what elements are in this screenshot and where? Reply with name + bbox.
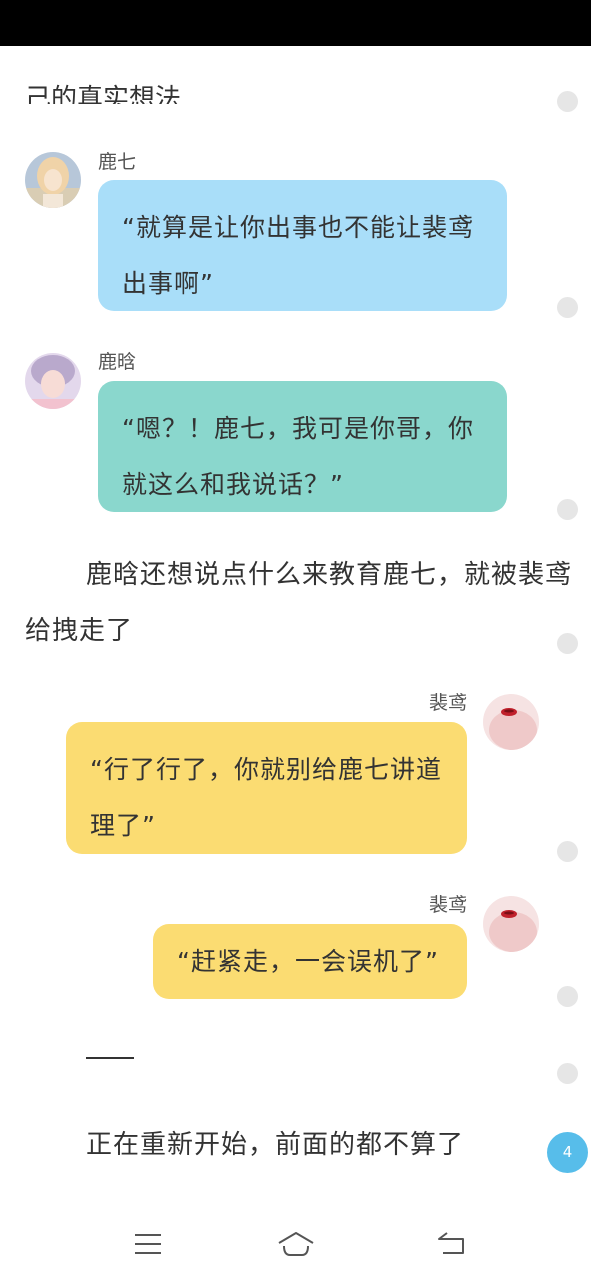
bubble-text-line: 出事啊”	[122, 269, 214, 298]
narration-line: 给拽走了	[25, 616, 134, 646]
home-button[interactable]	[272, 1226, 320, 1262]
sender-name: 裴鸢	[429, 692, 468, 714]
paragraph-comment-dot[interactable]	[557, 297, 578, 318]
narration-line: 鹿晗还想说点什么来教育鹿七，就被裴鸢	[86, 560, 573, 590]
chat-bubble: “就算是让你出事也不能让裴鸢 出事啊”	[98, 180, 507, 311]
bubble-text-line: “嗯？！鹿七，我可是你哥，你	[122, 414, 474, 443]
home-icon	[278, 1232, 314, 1256]
sender-name: 鹿晗	[98, 351, 137, 373]
back-icon	[438, 1232, 464, 1254]
back-button[interactable]	[427, 1226, 475, 1262]
comment-count-badge[interactable]: 4	[547, 1132, 588, 1173]
bubble-text-line: 理了”	[90, 811, 156, 840]
paragraph-comment-dot[interactable]	[557, 633, 578, 654]
avatar-peiyuan[interactable]	[483, 896, 539, 952]
paragraph-comment-dot[interactable]	[557, 841, 578, 862]
bubble-text-line: 就这么和我说话？”	[122, 470, 344, 499]
chat-bubble: “嗯？！鹿七，我可是你哥，你 就这么和我说话？”	[98, 381, 507, 512]
paragraph-comment-dot[interactable]	[557, 499, 578, 520]
status-bar	[0, 0, 591, 46]
menu-button[interactable]	[124, 1226, 172, 1262]
menu-icon	[135, 1234, 161, 1254]
section-divider	[86, 1057, 134, 1059]
chat-bubble: “行了行了，你就别给鹿七讲道 理了”	[66, 722, 467, 854]
restart-text: 正在重新开始，前面的都不算了	[86, 1130, 465, 1160]
avatar-luhan[interactable]	[25, 353, 81, 409]
bubble-text-line: “就算是让你出事也不能让裴鸢	[122, 213, 474, 242]
paragraph-comment-dot[interactable]	[557, 986, 578, 1007]
avatar-peiyuan[interactable]	[483, 694, 539, 750]
bubble-text-line: “行了行了，你就别给鹿七讲道	[90, 755, 442, 784]
avatar-luqi[interactable]	[25, 152, 81, 208]
chat-bubble: “赶紧走，一会误机了”	[153, 924, 467, 999]
clipped-text: 己的真实想法	[25, 84, 182, 104]
bubble-text-line: “赶紧走，一会误机了”	[177, 947, 439, 976]
paragraph-comment-dot[interactable]	[557, 91, 578, 112]
sender-name: 鹿七	[98, 151, 137, 173]
paragraph-comment-dot[interactable]	[557, 1063, 578, 1084]
sender-name: 裴鸢	[429, 894, 468, 916]
system-nav-bar	[0, 1208, 591, 1280]
clipped-text-line: 己的真实想法	[25, 74, 325, 104]
